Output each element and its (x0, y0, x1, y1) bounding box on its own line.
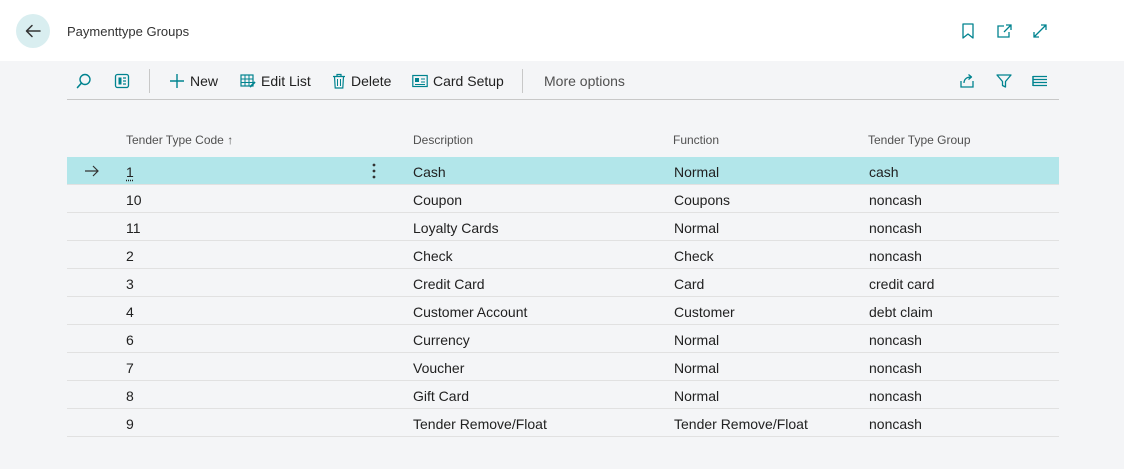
new-label: New (190, 72, 219, 89)
function-cell: Normal (674, 164, 720, 180)
table-row[interactable]: 4 Customer Account Customer debt claim (67, 297, 1059, 325)
row-actions-menu-icon[interactable] (367, 162, 381, 180)
table-row[interactable]: 7 Voucher Normal noncash (67, 353, 1059, 381)
description-cell: Customer Account (413, 304, 528, 320)
function-cell: Normal (674, 332, 720, 348)
function-cell: Check (674, 248, 714, 264)
column-header-description[interactable]: Description (413, 133, 473, 147)
tender-type-code-cell[interactable]: 1 (126, 164, 134, 180)
tender-type-group-cell: noncash (869, 248, 922, 264)
show-factbox-button[interactable] (113, 61, 136, 100)
table-row[interactable]: 2 Check Check noncash (67, 241, 1059, 269)
plus-icon (170, 73, 184, 88)
search-button[interactable] (75, 61, 98, 100)
delete-button[interactable]: Delete (332, 61, 391, 100)
edit-list-button[interactable]: Edit List (240, 61, 311, 100)
expand-icon[interactable] (1031, 22, 1049, 40)
function-cell: Normal (674, 220, 720, 236)
tender-type-code-cell[interactable]: 8 (126, 388, 134, 404)
description-cell: Credit Card (413, 276, 485, 292)
description-cell: Tender Remove/Float (413, 416, 547, 432)
tender-type-code-cell[interactable]: 3 (126, 276, 134, 292)
tender-type-code-cell[interactable]: 9 (126, 416, 134, 432)
tender-type-group-cell: credit card (869, 276, 935, 292)
toolbar-divider (149, 69, 150, 93)
page-header: Paymenttype Groups (0, 0, 1124, 61)
more-options-label: More options (544, 72, 625, 89)
table-row[interactable]: 11 Loyalty Cards Normal noncash (67, 213, 1059, 241)
edit-list-label: Edit List (261, 72, 311, 89)
table-row[interactable]: 3 Credit Card Card credit card (67, 269, 1059, 297)
tender-type-group-cell: noncash (869, 388, 922, 404)
description-cell: Gift Card (413, 388, 470, 404)
function-cell: Normal (674, 360, 720, 376)
trash-icon (333, 73, 345, 89)
tender-type-code-cell[interactable]: 11 (126, 220, 141, 236)
function-cell: Tender Remove/Float (674, 416, 808, 432)
bookmark-icon[interactable] (959, 22, 977, 40)
description-cell: Loyalty Cards (413, 220, 499, 236)
filter-icon (996, 73, 1012, 88)
table-row[interactable]: 8 Gift Card Normal noncash (67, 381, 1059, 409)
table-row[interactable]: 10 Coupon Coupons noncash (67, 185, 1059, 213)
function-cell: Customer (674, 304, 735, 320)
share-button[interactable] (958, 61, 981, 100)
selected-row-arrow-icon (85, 165, 99, 177)
toolbar-divider (522, 69, 523, 93)
tender-type-code-cell[interactable]: 2 (126, 248, 134, 264)
table-row[interactable]: 6 Currency Normal noncash (67, 325, 1059, 353)
description-cell: Check (413, 248, 453, 264)
factbox-icon (114, 73, 130, 88)
tender-type-group-cell: noncash (869, 416, 922, 432)
search-icon (76, 73, 91, 88)
description-cell: Coupon (413, 192, 463, 208)
page-title: Paymenttype Groups (67, 24, 190, 39)
tender-type-group-cell: cash (869, 164, 899, 180)
action-bar: New Edit List Delete Card Setup More opt… (67, 61, 1059, 100)
more-options-button[interactable]: More options (544, 61, 625, 100)
column-header-label: Tender Type Code (126, 133, 224, 147)
list-icon (1032, 75, 1047, 86)
share-icon (960, 73, 974, 88)
sort-ascending-icon: ↑ (227, 133, 234, 147)
tender-type-code-cell[interactable]: 7 (126, 360, 134, 376)
table-row[interactable]: 1 Cash Normal cash (67, 157, 1059, 185)
tender-type-code-cell[interactable]: 6 (126, 332, 134, 348)
card-setup-label: Card Setup (433, 72, 504, 89)
tender-type-code-cell[interactable]: 4 (126, 304, 134, 320)
tender-type-group-cell: noncash (869, 360, 922, 376)
table-row[interactable]: 9 Tender Remove/Float Tender Remove/Floa… (67, 409, 1059, 437)
card-icon (412, 74, 428, 87)
filter-button[interactable] (995, 61, 1018, 100)
column-header-function[interactable]: Function (673, 133, 719, 147)
edit-list-icon (240, 73, 256, 88)
new-button[interactable]: New (169, 61, 218, 100)
column-header-tender-type-code[interactable]: Tender Type Code ↑ (126, 133, 233, 147)
tender-type-group-cell: noncash (869, 192, 922, 208)
description-cell: Currency (413, 332, 470, 348)
description-cell: Voucher (413, 360, 465, 376)
delete-label: Delete (351, 72, 392, 89)
back-arrow-icon (25, 24, 41, 38)
function-cell: Normal (674, 388, 720, 404)
function-cell: Card (674, 276, 705, 292)
column-header-tender-type-group[interactable]: Tender Type Group (868, 133, 971, 147)
function-cell: Coupons (674, 192, 731, 208)
list-view-button[interactable] (1031, 61, 1054, 100)
description-cell: Cash (413, 164, 446, 180)
tender-type-group-cell: debt claim (869, 304, 933, 320)
tender-type-group-cell: noncash (869, 332, 922, 348)
tender-type-code-cell[interactable]: 10 (126, 192, 142, 208)
back-button[interactable] (16, 14, 50, 48)
card-setup-button[interactable]: Card Setup (412, 61, 504, 100)
tender-type-group-cell: noncash (869, 220, 922, 236)
open-in-new-window-icon[interactable] (995, 22, 1013, 40)
